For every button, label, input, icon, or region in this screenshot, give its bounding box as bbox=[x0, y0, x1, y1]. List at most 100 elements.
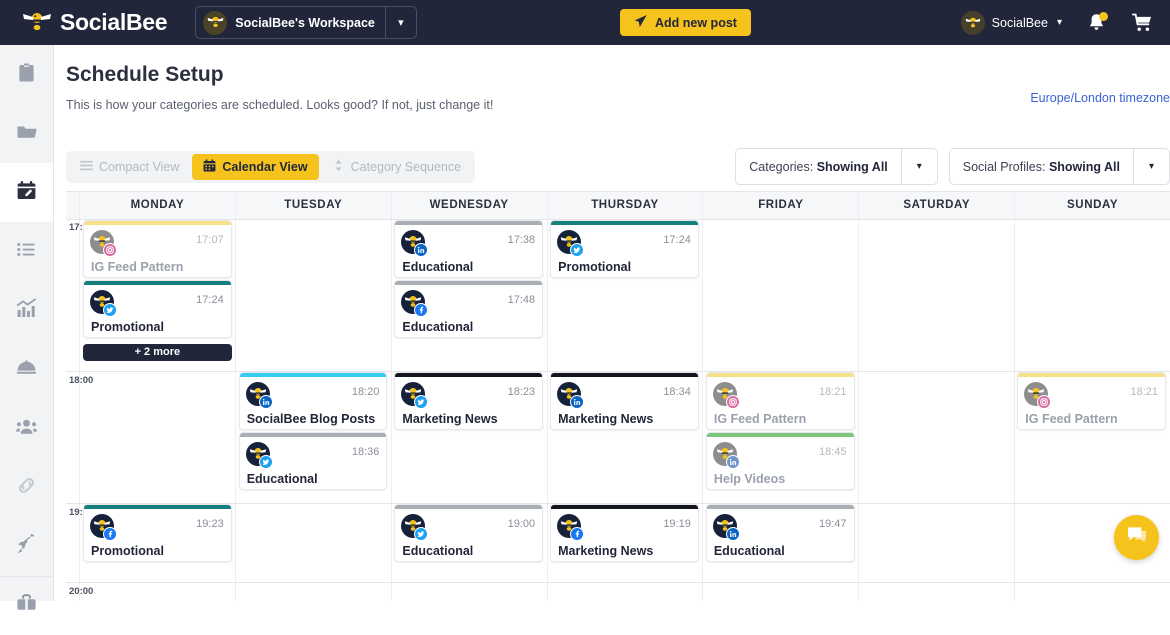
avatar bbox=[90, 514, 117, 541]
event-time: 17:48 bbox=[507, 294, 536, 306]
user-menu[interactable]: SocialBee ▾ bbox=[960, 10, 1062, 35]
day-header-tuesday: TUESDAY bbox=[236, 192, 392, 219]
sidebar-item-folders[interactable] bbox=[0, 104, 53, 163]
calendar-event-card[interactable]: 19:19 Marketing News bbox=[550, 504, 699, 562]
instagram-icon bbox=[103, 243, 117, 257]
tab-category-sequence-label: Category Sequence bbox=[350, 160, 462, 174]
workspace-label: SocialBee's Workspace bbox=[235, 15, 375, 30]
sidebar-item-audience[interactable] bbox=[0, 399, 53, 458]
calendar-grid[interactable]: 17:00 18:00 19:00 20:00 17:07 IG Feed Pattern… bbox=[66, 219, 1170, 601]
event-category-title: Marketing News bbox=[558, 412, 654, 426]
calendar-event-card[interactable]: 17:48 Educational bbox=[394, 280, 544, 338]
calendar-event-card[interactable]: 17:24 Promotional bbox=[550, 220, 699, 278]
time-gutter-column bbox=[66, 220, 80, 601]
calendar-event-card[interactable]: 18:21 IG Feed Pattern bbox=[1017, 372, 1166, 430]
calendar-event-card[interactable]: 18:23 Marketing News bbox=[394, 372, 544, 430]
calendar-event-card[interactable]: 17:07 IG Feed Pattern bbox=[83, 220, 232, 278]
avatar bbox=[90, 230, 117, 257]
chevron-down-icon[interactable]: ▾ bbox=[386, 16, 416, 29]
tab-calendar-view[interactable]: Calendar View bbox=[192, 154, 319, 180]
day-header-monday: MONDAY bbox=[80, 192, 236, 219]
event-time: 18:21 bbox=[819, 386, 847, 398]
left-sidebar bbox=[0, 45, 54, 610]
workspace-switcher[interactable]: SocialBee's Workspace ▾ bbox=[195, 6, 417, 39]
day-header-sunday: SUNDAY bbox=[1067, 199, 1119, 211]
event-category-title: Educational bbox=[246, 472, 318, 486]
calendar-event-card[interactable]: 18:34 Marketing News bbox=[550, 372, 699, 430]
chat-widget-button[interactable] bbox=[1114, 515, 1159, 560]
linkedin-icon bbox=[570, 395, 585, 409]
avatar bbox=[712, 442, 740, 469]
calendar-event-card[interactable]: 18:21 IG Feed Pattern bbox=[705, 372, 855, 430]
brand[interactable]: SocialBee bbox=[22, 9, 168, 36]
sidebar-item-boost[interactable] bbox=[0, 517, 53, 576]
event-category-title: IG Feed Pattern bbox=[1025, 412, 1118, 426]
categories-filter-prefix: Categories: bbox=[749, 159, 814, 174]
concierge-bell-icon bbox=[16, 357, 37, 383]
event-time: 18:36 bbox=[351, 446, 380, 458]
event-category-title: Marketing News bbox=[402, 412, 498, 426]
event-category-title: Educational bbox=[713, 544, 785, 558]
event-time: 19:00 bbox=[507, 518, 536, 530]
show-more-events-pill[interactable]: + 2 more bbox=[83, 344, 232, 361]
tab-category-sequence[interactable]: Category Sequence bbox=[321, 154, 473, 180]
hour-label: 18:00 bbox=[69, 375, 94, 386]
sidebar-item-content-clipboard[interactable] bbox=[0, 45, 53, 104]
sidebar-item-queue-list[interactable] bbox=[0, 222, 53, 281]
avatar bbox=[1024, 382, 1052, 409]
event-meta-row: 18:21 bbox=[1018, 377, 1165, 409]
event-meta-row: 18:45 bbox=[707, 437, 854, 469]
add-new-post-button[interactable]: Add new post bbox=[620, 9, 751, 36]
calendar-event-card[interactable]: 19:23 Promotional bbox=[83, 504, 232, 562]
timezone-link[interactable]: Europe/London timezone bbox=[1030, 91, 1170, 105]
categories-filter[interactable]: Categories: Showing All ▾ bbox=[735, 148, 938, 185]
tab-compact-view[interactable]: Compact View bbox=[69, 154, 190, 180]
link-icon bbox=[16, 475, 37, 501]
calendar-event-card[interactable]: 18:36 Educational bbox=[238, 432, 388, 490]
event-category-title: SocialBee Blog Posts bbox=[246, 412, 376, 426]
sidebar-item-toolbox[interactable] bbox=[0, 576, 53, 635]
notifications-button[interactable] bbox=[1088, 12, 1108, 32]
calendar-event-card[interactable]: 18:45 Help Videos bbox=[705, 432, 855, 490]
calendar-event-card[interactable]: 17:38 Educational bbox=[394, 220, 544, 278]
sidebar-item-schedule[interactable] bbox=[0, 163, 53, 222]
twitter-icon bbox=[414, 527, 429, 541]
event-category-title: IG Feed Pattern bbox=[713, 412, 807, 426]
social-profiles-filter-value: Showing All bbox=[1048, 159, 1120, 174]
sidebar-item-connections[interactable] bbox=[0, 458, 53, 517]
shopping-cart-icon bbox=[1132, 13, 1152, 32]
avatar bbox=[401, 290, 429, 317]
calendar-icon bbox=[203, 159, 216, 175]
day-header-wednesday: WEDNESDAY bbox=[392, 192, 548, 219]
twitter-icon bbox=[570, 243, 585, 257]
calendar-event-card[interactable]: 19:47 Educational bbox=[705, 504, 855, 562]
linkedin-icon bbox=[414, 243, 429, 257]
sidebar-item-concierge[interactable] bbox=[0, 340, 53, 399]
social-profiles-filter[interactable]: Social Profiles: Showing All ▾ bbox=[948, 148, 1170, 185]
twitter-icon bbox=[258, 455, 273, 469]
avatar bbox=[401, 230, 429, 257]
instagram-icon bbox=[1037, 395, 1052, 409]
event-meta-row: 19:19 bbox=[551, 509, 698, 541]
caret-down-icon[interactable]: ▾ bbox=[1134, 161, 1169, 172]
event-meta-row: 19:47 bbox=[707, 509, 854, 541]
tab-compact-view-label: Compact View bbox=[99, 160, 180, 174]
event-time: 17:07 bbox=[196, 234, 224, 246]
bee-icon bbox=[22, 10, 52, 36]
calendar-event-card[interactable]: 18:20 SocialBee Blog Posts bbox=[238, 372, 388, 430]
event-meta-row: 18:23 bbox=[395, 377, 542, 409]
sidebar-item-analytics[interactable] bbox=[0, 281, 53, 340]
sort-updown-icon bbox=[332, 159, 345, 175]
event-meta-row: 17:38 bbox=[395, 225, 542, 257]
add-new-post-label: Add new post bbox=[655, 15, 737, 30]
linkedin-icon bbox=[258, 395, 273, 409]
calendar-event-card[interactable]: 17:24 Promotional bbox=[83, 280, 232, 338]
avatar bbox=[557, 514, 585, 541]
event-meta-row: 17:48 bbox=[395, 285, 542, 317]
calendar-event-card[interactable]: 19:00 Educational bbox=[394, 504, 544, 562]
bars-icon bbox=[80, 159, 93, 175]
caret-down-icon[interactable]: ▾ bbox=[902, 161, 937, 172]
day-column-saturday[interactable] bbox=[859, 220, 1016, 601]
event-category-title: Help Videos bbox=[713, 472, 786, 486]
cart-button[interactable] bbox=[1132, 13, 1152, 32]
